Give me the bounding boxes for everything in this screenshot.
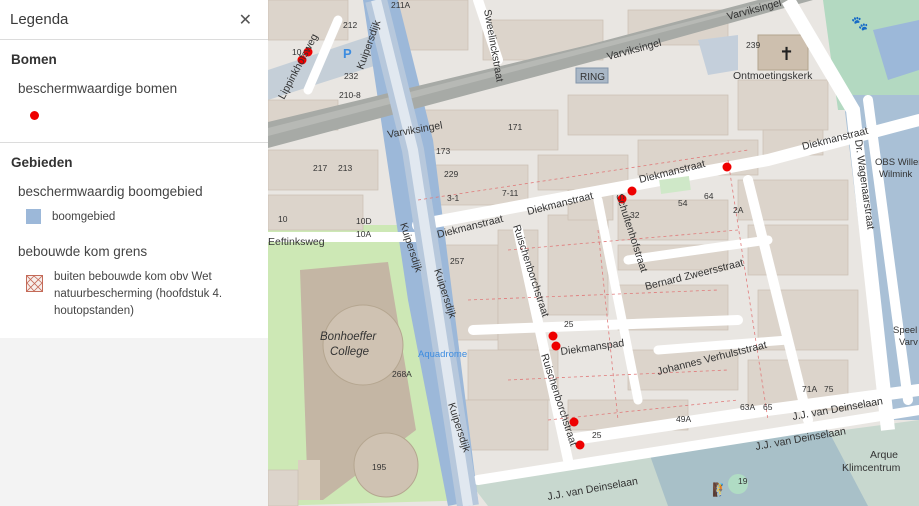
- poi-label: College: [330, 346, 369, 358]
- hatched-square-symbol: [26, 275, 43, 292]
- close-icon[interactable]: ✕: [239, 10, 252, 30]
- house-number: 213: [338, 163, 352, 173]
- house-number: 229: [444, 169, 458, 179]
- house-number: 171: [508, 122, 522, 132]
- legend-header: Legenda ✕: [0, 0, 268, 40]
- house-number: 10: [292, 47, 302, 57]
- poi-label: Arque: [870, 449, 898, 461]
- legend-title: Legenda: [10, 11, 69, 28]
- legend-item-label: buiten bebouwde kom obv Wet natuurbesche…: [54, 271, 223, 317]
- map-canvas[interactable]: ✝ P Varviksingel Varviksingel Varviksing…: [268, 0, 919, 506]
- house-number: 257: [450, 256, 464, 266]
- parking-icon: P: [343, 46, 352, 61]
- house-number: 2A: [733, 205, 744, 215]
- section-title: Bomen: [11, 52, 57, 67]
- ring-label: RING: [580, 72, 605, 83]
- red-dot-symbol: [30, 111, 39, 120]
- house-number: 63A: [740, 402, 755, 412]
- house-number: 75: [824, 384, 834, 394]
- house-number: 239: [746, 40, 760, 50]
- legend-item-beschermwaardige-bomen: [0, 102, 268, 130]
- poi-label: OBS Willem: [875, 157, 919, 168]
- church-icon: ✝: [779, 44, 794, 64]
- blue-square-symbol: [26, 209, 41, 224]
- house-number: 54: [678, 198, 688, 208]
- house-number: 210-8: [339, 90, 361, 100]
- house-number: 10: [278, 214, 288, 224]
- house-number: 10D: [356, 216, 372, 226]
- map-view[interactable]: ✝ P Varviksingel Varviksingel Varviksing…: [268, 0, 919, 506]
- legend-section-gebieden: Gebieden beschermwaardig boomgebied boom…: [0, 143, 268, 338]
- house-number: 7-11: [502, 188, 519, 198]
- house-number: 25: [592, 430, 602, 440]
- climbing-icon: 🧗: [712, 482, 728, 497]
- layer-title: bebouwde kom grens: [18, 244, 148, 259]
- poi-label: Ontmoetingskerk: [733, 70, 813, 82]
- legend-content: Legenda ✕ Bomen beschermwaardige bomen G…: [0, 0, 268, 338]
- house-number: 212: [343, 20, 357, 30]
- house-number: 268A: [392, 369, 412, 379]
- section-title: Gebieden: [11, 155, 73, 170]
- legend-item-label: boomgebied: [52, 211, 116, 223]
- legend-panel: Legenda ✕ Bomen beschermwaardige bomen G…: [0, 0, 268, 506]
- layer-title: beschermwaardige bomen: [18, 81, 178, 96]
- poi-label: Klimcentrum: [842, 462, 901, 474]
- house-number: 32: [630, 210, 640, 220]
- house-number: 3-1: [447, 193, 460, 203]
- house-number: 217: [313, 163, 327, 173]
- poi-label: Speel: [893, 325, 917, 336]
- legend-item-boomgebied: boomgebied: [0, 205, 268, 230]
- house-number: 232: [344, 71, 358, 81]
- house-number: 10A: [356, 229, 371, 239]
- poi-label: Varv: [899, 337, 918, 348]
- dog-park-icon: 🐾: [851, 15, 868, 32]
- legend-item-bebouwde-kom: buiten bebouwde kom obv Wet natuurbesche…: [0, 265, 268, 324]
- poi-label: Wilmink: [879, 169, 912, 180]
- layer-title: beschermwaardig boomgebied: [18, 184, 203, 199]
- house-number: 71A: [802, 384, 817, 394]
- poi-label: Bonhoeffer: [320, 331, 377, 343]
- house-number: 64: [704, 191, 714, 201]
- house-number: 211A: [391, 0, 411, 10]
- street-label: Eeftinksweg: [268, 236, 325, 248]
- house-number: 173: [436, 146, 450, 156]
- house-number: 25: [564, 319, 574, 329]
- legend-section-bomen: Bomen beschermwaardige bomen: [0, 40, 268, 143]
- house-number: 65: [763, 402, 773, 412]
- house-number: 49A: [676, 414, 691, 424]
- poi-label: Aquadrome: [418, 349, 467, 360]
- house-number: 195: [372, 462, 386, 472]
- house-number: 19: [738, 476, 748, 486]
